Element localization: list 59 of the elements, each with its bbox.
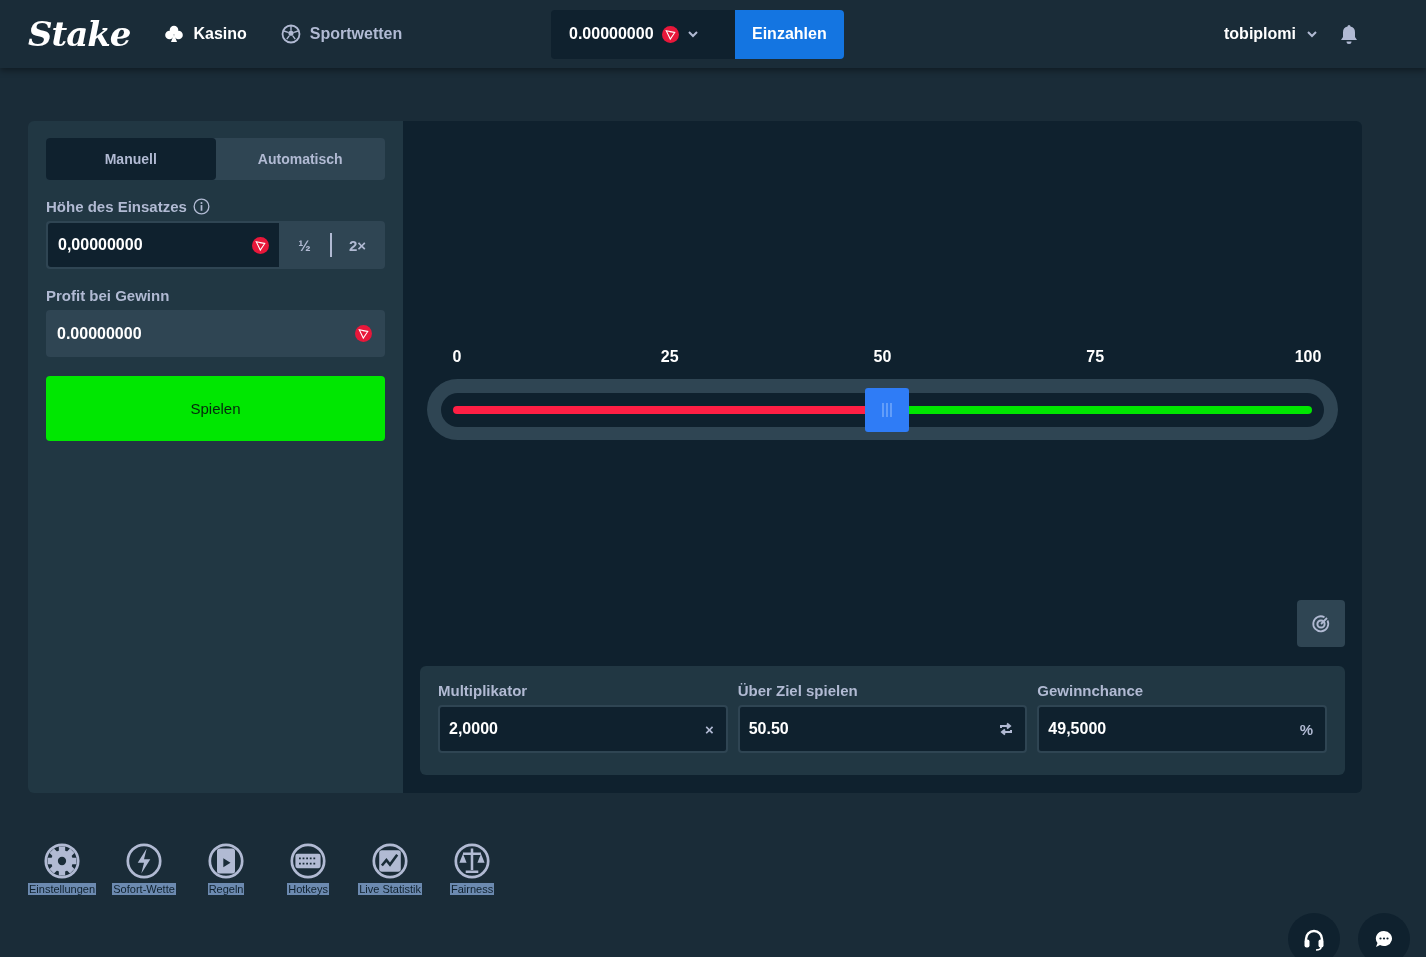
target-button[interactable] bbox=[1297, 600, 1345, 647]
headset-icon bbox=[1302, 927, 1326, 951]
tick-label: 25 bbox=[660, 348, 679, 366]
stake-logo[interactable]: Stake bbox=[28, 14, 131, 54]
field-label: Profit bei Gewinn bbox=[46, 287, 170, 304]
mode-tab[interactable]: Automatisch bbox=[215, 138, 385, 180]
soccer-ball-icon bbox=[280, 24, 301, 44]
tick-label: 0 bbox=[452, 348, 462, 366]
user-menu[interactable]: tobiplomi bbox=[1224, 25, 1318, 43]
footer-link[interactable]: Regeln bbox=[192, 843, 261, 895]
nav-link[interactable]: Sportwetten bbox=[280, 24, 403, 44]
footer-link[interactable]: Fairness bbox=[438, 843, 507, 895]
tick-label: 50 bbox=[873, 348, 892, 366]
club-icon bbox=[164, 24, 185, 44]
field-label: Multiplikator bbox=[438, 682, 529, 699]
field-label: Höhe des Einsatzes bbox=[46, 198, 187, 215]
info-icon bbox=[192, 198, 210, 215]
balance-scale-icon bbox=[454, 843, 491, 879]
profit-field[interactable]: 0.00000000 bbox=[46, 310, 385, 357]
field-label: Gewinnchance bbox=[1037, 682, 1145, 699]
notification-button[interactable] bbox=[1338, 23, 1360, 45]
tron-coin-icon bbox=[661, 25, 679, 43]
suffix-label: % bbox=[1299, 720, 1313, 738]
tron-coin-icon bbox=[252, 236, 269, 254]
suffix-label: × bbox=[704, 720, 714, 738]
bell-icon bbox=[1338, 23, 1360, 45]
play-button[interactable]: Spielen bbox=[46, 376, 385, 441]
stat-field[interactable]: 50.50 bbox=[737, 705, 1028, 753]
book-icon bbox=[208, 843, 245, 879]
footer-link[interactable]: Einstellungen bbox=[28, 843, 97, 895]
slider-handle[interactable] bbox=[864, 387, 909, 432]
field-label: Über Ziel spielen bbox=[737, 682, 859, 699]
line-chart-icon bbox=[372, 843, 409, 879]
bet-amount-field[interactable]: 0,00000000 bbox=[48, 223, 279, 267]
footer-link[interactable]: Sofort-Wette bbox=[110, 843, 179, 895]
footer-link[interactable]: Live Statistik bbox=[356, 843, 425, 895]
tick-label: 100 bbox=[1294, 348, 1322, 366]
stat-field[interactable]: 2,0000 × bbox=[438, 705, 728, 753]
nav-link[interactable]: Kasino bbox=[164, 24, 247, 44]
gear-icon bbox=[44, 843, 81, 879]
chevron-down-icon bbox=[1306, 30, 1318, 38]
tron-coin-icon bbox=[355, 325, 372, 342]
tick-label: 75 bbox=[1086, 348, 1105, 366]
mode-tab[interactable]: Manuell bbox=[46, 138, 216, 180]
target-icon bbox=[1311, 613, 1331, 634]
lightning-icon bbox=[126, 843, 163, 879]
support-button[interactable] bbox=[1288, 913, 1340, 957]
deposit-button[interactable]: Einzahlen bbox=[735, 9, 844, 59]
half-button[interactable]: ½ bbox=[279, 223, 330, 267]
double-button[interactable]: 2× bbox=[332, 223, 383, 267]
chevron-down-icon bbox=[686, 30, 699, 38]
grip-icon bbox=[880, 401, 893, 418]
stat-field[interactable]: 49,5000 % bbox=[1037, 705, 1327, 753]
keyboard-icon bbox=[290, 843, 327, 879]
balance-selector[interactable]: 0.00000000 bbox=[551, 9, 735, 59]
footer-link[interactable]: Hotkeys bbox=[274, 843, 343, 895]
chat-button[interactable] bbox=[1358, 913, 1410, 957]
chat-icon bbox=[1375, 930, 1393, 948]
swap-arrows-icon bbox=[999, 722, 1014, 736]
